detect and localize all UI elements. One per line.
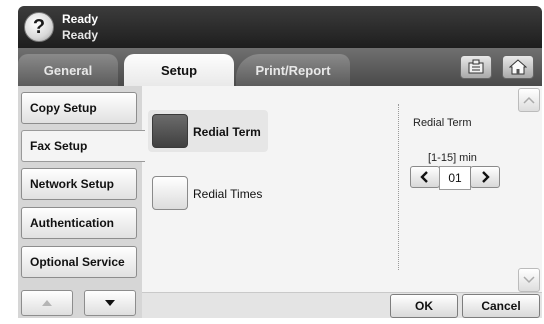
status-subtitle: Ready [62,28,99,42]
chevron-down-icon [523,276,535,284]
chevron-up-icon [523,96,535,104]
menu-page-down-button[interactable] [84,290,136,316]
panel-divider [398,104,399,270]
ok-button[interactable]: OK [390,294,458,318]
redial-times-option-label[interactable]: Redial Times [193,187,262,201]
menu-item-network-setup[interactable]: Network Setup [21,168,137,200]
home-icon [509,59,527,75]
cancel-button[interactable]: Cancel [462,294,540,318]
tab-bar: General Setup Print/Report [18,48,542,86]
menu-page-arrows [18,290,142,318]
tab-general[interactable]: General [18,54,118,86]
job-status-icon [468,59,484,74]
home-button[interactable] [502,55,534,79]
menu-item-copy-setup[interactable]: Copy Setup [21,92,137,124]
scrollbar[interactable] [518,88,540,292]
tab-setup[interactable]: Setup [124,54,234,86]
detail-title: Redial Term [413,117,472,129]
triangle-down-icon [105,300,115,306]
status-bar: ? Ready Ready [18,6,542,48]
setup-menu: Copy Setup Fax Setup Network Setup Authe… [18,86,145,318]
triangle-up-icon [42,300,52,306]
redial-times-option-button[interactable] [152,176,188,210]
decrement-button[interactable] [410,166,440,188]
range-label: [1-15] min [428,152,477,164]
redial-term-option-button[interactable] [152,114,188,148]
redial-term-value[interactable]: 01 [439,166,471,190]
menu-item-authentication[interactable]: Authentication [21,207,137,239]
redial-term-option-label[interactable]: Redial Term [193,125,261,139]
increment-button[interactable] [470,166,500,188]
menu-item-optional-service[interactable]: Optional Service [21,246,137,278]
control-panel-screen: ? Ready Ready General Setup Print/Report… [0,0,544,324]
menu-item-fax-setup[interactable]: Fax Setup [21,130,145,162]
help-icon[interactable]: ? [24,12,54,42]
scroll-up-button[interactable] [518,88,540,112]
menu-page-up-button[interactable] [21,290,73,316]
scroll-down-button[interactable] [518,268,540,292]
tab-print-report[interactable]: Print/Report [236,54,350,86]
chevron-left-icon [420,171,428,183]
chevron-right-icon [482,171,490,183]
job-status-button[interactable] [460,55,492,79]
status-title: Ready [62,12,99,26]
